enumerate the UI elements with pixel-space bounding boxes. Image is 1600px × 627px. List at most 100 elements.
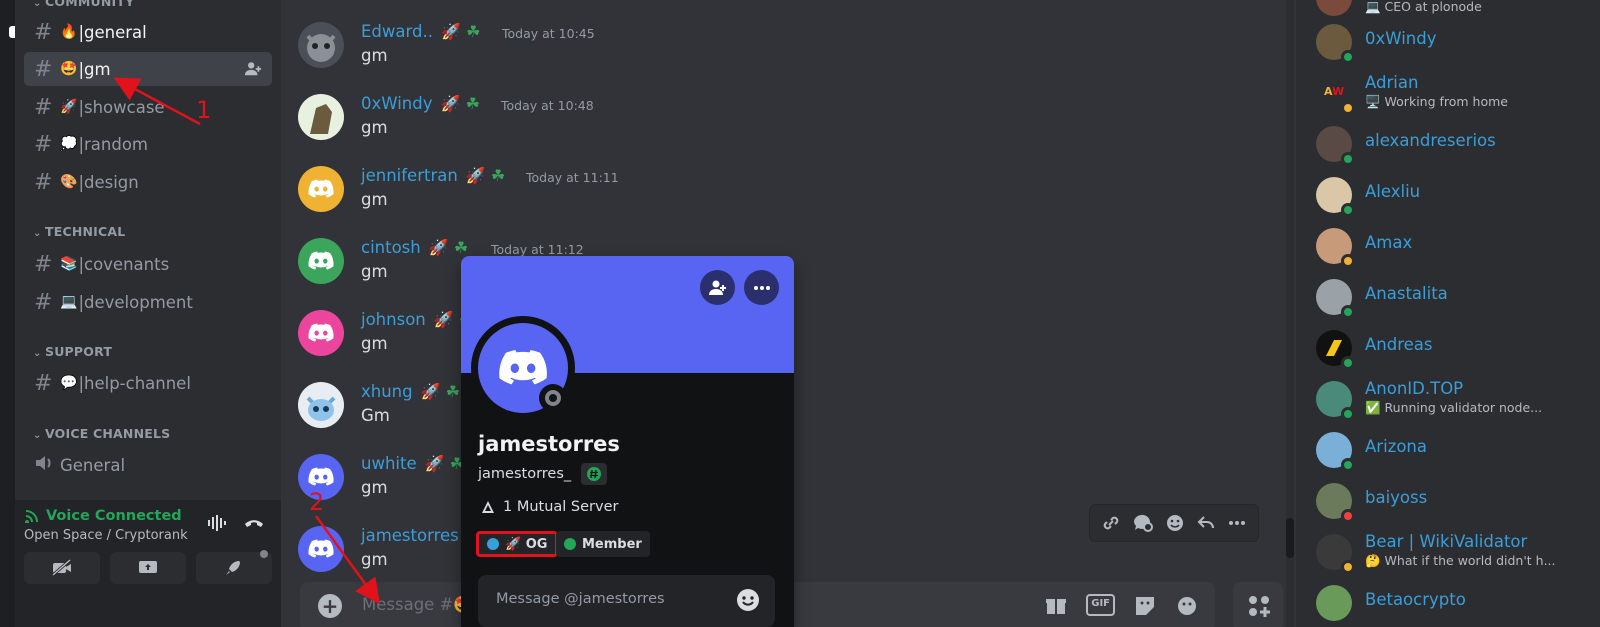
message-username[interactable]: jamestorres — [361, 526, 459, 545]
profile-message-input[interactable]: Message @jamestorres — [478, 575, 775, 627]
member-item[interactable]: AnonID.TOP ✅ Running validator node... — [1316, 379, 1596, 423]
thread-icon[interactable] — [1132, 513, 1154, 533]
channel-development[interactable]: # 💻 |development — [24, 285, 272, 319]
reply-icon[interactable] — [1196, 513, 1216, 533]
apps-button[interactable] — [1233, 582, 1283, 627]
add-attachment-icon[interactable]: + — [318, 594, 342, 618]
category-voice[interactable]: ⌄ VOICE CHANNELS — [33, 426, 170, 441]
rocket-leaf-badges: 🚀 ☘ — [441, 22, 481, 41]
role-member[interactable]: Member — [556, 531, 650, 557]
message-username[interactable]: Edward.. 🚀 ☘ — [361, 22, 480, 41]
member-item[interactable]: 💻 CEO at plonode — [1316, 0, 1596, 22]
discord-avatar-icon[interactable] — [298, 310, 344, 356]
message-text: gm — [361, 262, 388, 281]
member-item[interactable]: Andreas — [1316, 328, 1596, 372]
member-item[interactable]: Anastalita — [1316, 277, 1596, 321]
add-friend-button[interactable] — [700, 270, 735, 305]
message-text: gm — [361, 46, 388, 65]
annotation-number-1: 1 — [196, 96, 212, 124]
voice-panel: Voice Connected Open Space / Cryptorank — [15, 500, 281, 627]
discord-avatar-icon[interactable] — [298, 166, 344, 212]
camera-off-icon — [52, 559, 71, 577]
category-support[interactable]: ⌄ SUPPORT — [33, 344, 112, 359]
create-invite-icon[interactable] — [244, 60, 262, 78]
activities-button[interactable] — [196, 550, 272, 584]
member-item[interactable]: baiyoss — [1316, 481, 1596, 525]
voice-location[interactable]: Open Space / Cryptorank — [24, 528, 188, 543]
disconnect-icon[interactable] — [243, 514, 265, 536]
link-icon[interactable] — [1101, 513, 1121, 533]
more-options-button[interactable] — [744, 270, 779, 305]
speaker-icon — [34, 454, 60, 476]
member-item[interactable]: AW Adrian 🖥️ Working from home — [1316, 73, 1596, 117]
message[interactable]: jennifertran 🚀 ☘ Today at 11:11 gm — [298, 164, 1198, 224]
channel-sidebar: ⌄ COMMUNITY # 🔥 |general # 🤩 |gm # 🚀 |sho… — [15, 0, 281, 627]
message-username[interactable]: xhung 🚀 ☘ — [361, 382, 460, 401]
signal-icon — [25, 510, 38, 523]
gif-icon[interactable]: GIF — [1086, 594, 1115, 616]
hash-badge-icon[interactable] — [581, 463, 608, 485]
message-text: gm — [361, 118, 388, 137]
add-reaction-icon[interactable] — [1165, 513, 1185, 533]
message-timestamp: Today at 11:11 — [526, 170, 619, 185]
member-list: 💻 CEO at plonode 0xWindy AW Adrian 🖥️ Wo… — [1296, 0, 1600, 627]
mutual-servers[interactable]: 1 Mutual Server — [480, 499, 618, 515]
message[interactable]: 0xWindy 🚀 ☘ Today at 10:48 gm — [298, 92, 1198, 152]
online-status-dot — [1341, 50, 1355, 64]
noise-suppression-icon[interactable] — [207, 514, 229, 536]
voice-connected-status[interactable]: Voice Connected — [25, 508, 182, 524]
member-item[interactable]: Bear | WikiValidator 🤔 What if the world… — [1316, 532, 1596, 576]
avatar — [1316, 0, 1352, 16]
role-og[interactable]: 🚀 OG — [476, 531, 559, 557]
member-item[interactable]: 0xWindy — [1316, 22, 1596, 66]
message-text: gm — [361, 334, 388, 353]
voice-channel-general[interactable]: General — [24, 448, 272, 482]
message-username[interactable]: 0xWindy 🚀 ☘ — [361, 94, 480, 113]
channel-gm[interactable]: # 🤩 |gm — [24, 52, 272, 86]
camera-off-button[interactable] — [24, 552, 100, 584]
emoji-icon[interactable] — [735, 587, 761, 613]
emoji-icon[interactable] — [1175, 594, 1199, 616]
message-username[interactable]: johnson 🚀 ☘ — [361, 310, 473, 329]
member-item[interactable]: Arizona — [1316, 430, 1596, 474]
category-technical[interactable]: ⌄ TECHNICAL — [33, 224, 125, 239]
online-status-dot — [1341, 458, 1355, 472]
annotation-number-2: 2 — [309, 488, 325, 516]
screen-share-button[interactable] — [110, 552, 186, 584]
channel-design[interactable]: # 🎨 |design — [24, 165, 272, 199]
sticker-icon[interactable] — [1133, 594, 1157, 616]
channel-general[interactable]: # 🔥 |general — [24, 15, 272, 49]
avatar[interactable] — [298, 22, 344, 68]
channel-random[interactable]: # 💭 |random — [24, 127, 272, 161]
message-timestamp: Today at 11:12 — [491, 242, 584, 257]
scrollbar-thumb[interactable] — [1286, 518, 1294, 558]
member-item[interactable]: Alexliu — [1316, 175, 1596, 219]
rocket-leaf-badges: 🚀 ☘ — [420, 382, 461, 401]
discord-avatar-icon[interactable] — [298, 238, 344, 284]
composer-placeholder[interactable]: Message #🤩 — [362, 595, 474, 615]
message-username[interactable]: jennifertran 🚀 ☘ — [361, 166, 505, 185]
gift-icon[interactable] — [1044, 594, 1068, 616]
member-item[interactable]: Amax — [1316, 226, 1596, 270]
member-item[interactable]: Betaocrypto — [1316, 583, 1596, 627]
message[interactable]: Edward.. 🚀 ☘ Today at 10:45 gm — [298, 20, 1198, 80]
channel-showcase[interactable]: # 🚀 |showcase — [24, 90, 272, 124]
hash-icon: # — [34, 131, 53, 157]
more-icon — [753, 285, 770, 290]
message-username[interactable]: uwhite 🚀 ☘ — [361, 454, 464, 473]
idle-status-dot — [1341, 560, 1355, 574]
more-icon[interactable] — [1227, 513, 1247, 533]
avatar[interactable] — [298, 382, 344, 428]
user-profile-popout: jamestorres jamestorres_ 1 Mutual Server… — [461, 256, 794, 627]
discord-avatar-icon[interactable] — [298, 526, 344, 572]
message-username[interactable]: cintosh 🚀 ☘ — [361, 238, 468, 257]
channel-covenants[interactable]: # 📚 |covenants — [24, 247, 272, 281]
category-community[interactable]: ⌄ COMMUNITY — [33, 0, 134, 9]
channel-help[interactable]: # 💬 |help-channel — [24, 366, 272, 400]
message-actions-toolbar — [1089, 504, 1259, 542]
avatar[interactable] — [298, 94, 344, 140]
chat-scrollbar[interactable] — [1286, 0, 1294, 627]
member-item[interactable]: alexandreserios — [1316, 124, 1596, 168]
profile-display-name: jamestorres — [478, 432, 620, 456]
screen-share-icon — [139, 561, 157, 573]
